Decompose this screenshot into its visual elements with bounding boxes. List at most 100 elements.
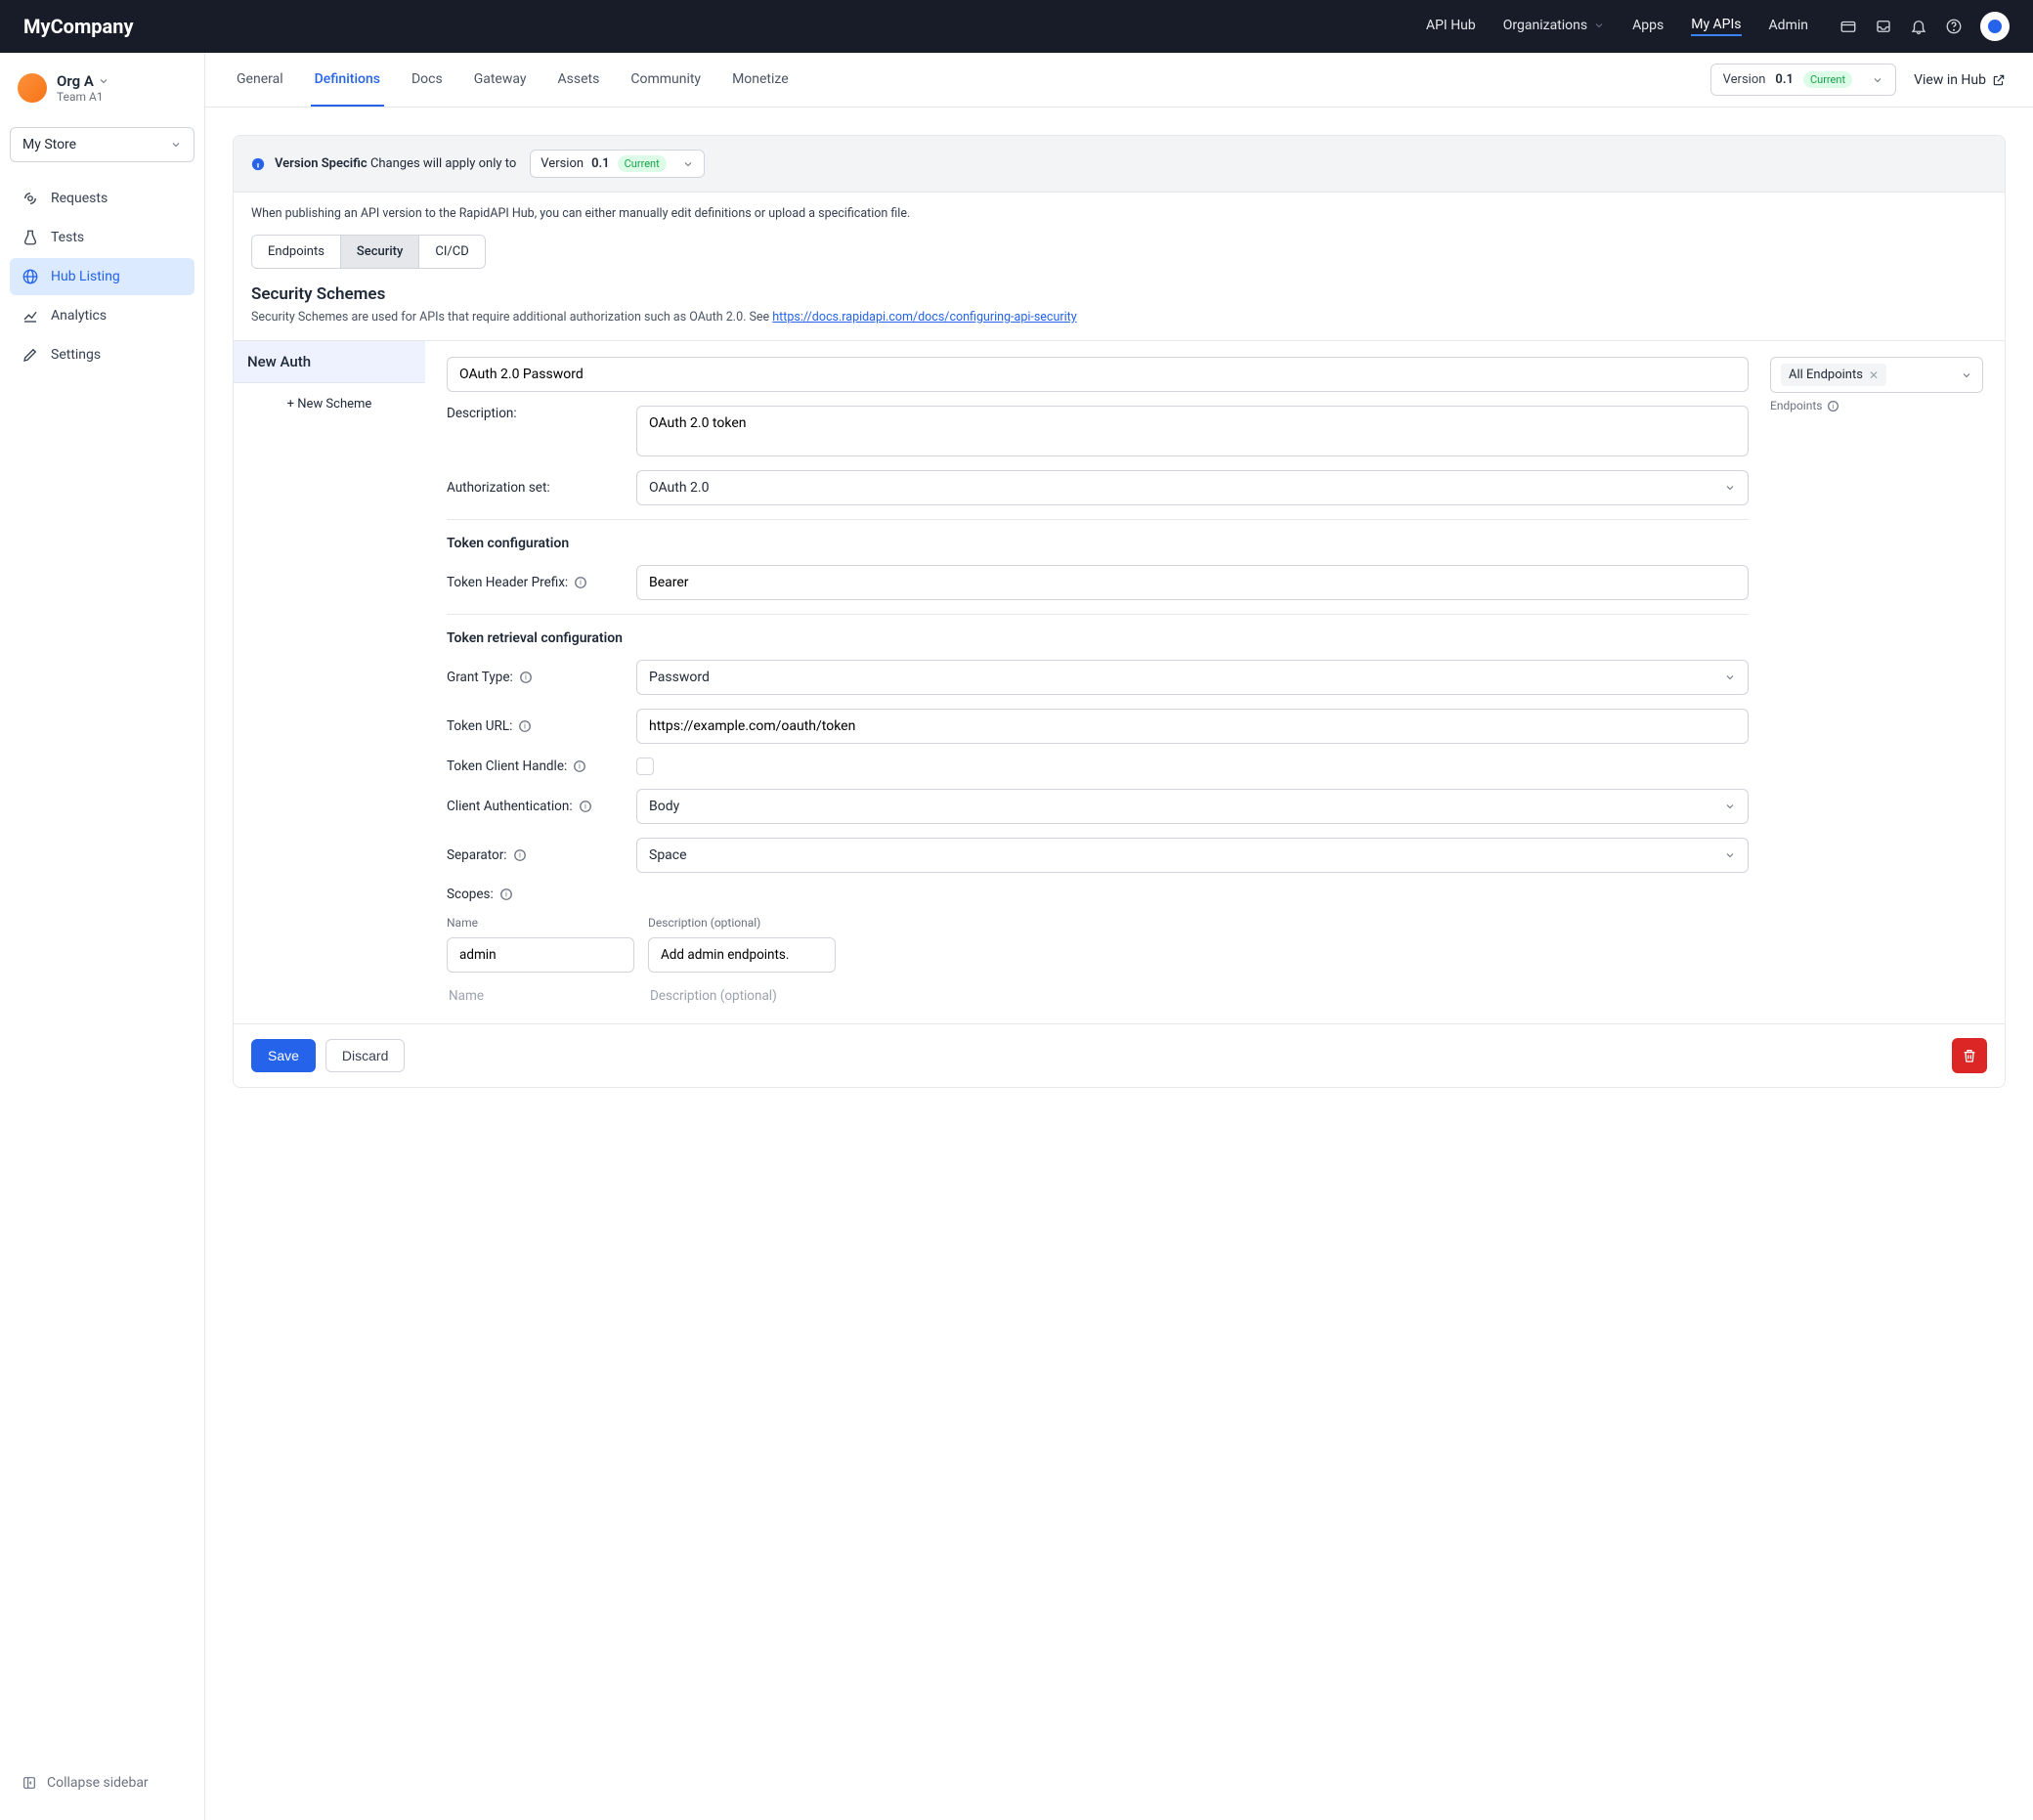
svg-text:i: i [525,673,527,682]
discard-button[interactable]: Discard [325,1039,405,1072]
scope-name-input-0[interactable] [447,937,634,973]
sidebar-item-label: Tests [51,230,84,245]
info-icon[interactable]: i [1827,400,1839,412]
sidebar-item-settings[interactable]: Settings [10,336,195,373]
version-number: 0.1 [1775,72,1794,87]
version-badge: Current [618,155,667,172]
bell-icon[interactable] [1910,18,1927,35]
separator-label: Separator: [447,847,507,863]
info-icon[interactable]: i [518,719,532,733]
separator-select[interactable]: Space [636,838,1749,873]
svg-text:i: i [505,890,507,899]
view-in-hub-link[interactable]: View in Hub [1914,72,2006,88]
subtab-security[interactable]: Security [340,236,418,268]
topbar-icons [1839,12,2010,41]
scheme-name-input[interactable] [447,357,1749,392]
nav-apps[interactable]: Apps [1632,18,1664,35]
svg-text:i: i [1833,401,1835,410]
nav-my-apis[interactable]: My APIs [1691,17,1741,36]
scheme-row-active[interactable]: New Auth [234,341,425,383]
store-label: My Store [22,137,76,152]
tab-community[interactable]: Community [627,54,705,107]
save-button[interactable]: Save [251,1039,316,1072]
collapse-sidebar-button[interactable]: Collapse sidebar [10,1765,195,1800]
delete-button[interactable] [1952,1038,1987,1073]
store-select[interactable]: My Store [10,127,195,162]
info-icon[interactable]: i [579,800,592,813]
tab-gateway[interactable]: Gateway [470,54,531,107]
token-header-prefix-input[interactable] [636,565,1749,600]
tests-icon [22,229,39,246]
grant-type-select[interactable]: Password [636,660,1749,695]
token-url-input[interactable] [636,709,1749,744]
info-icon[interactable]: i [574,576,587,589]
tab-monetize[interactable]: Monetize [728,54,793,107]
token-header-label: Token Header Prefix: [447,575,568,590]
security-docs-link[interactable]: https://docs.rapidapi.com/docs/configuri… [772,310,1076,325]
token-client-handle-label: Token Client Handle: [447,758,567,774]
scope-desc-placeholder[interactable]: Description (optional) [648,988,777,1004]
grant-type-label: Grant Type: [447,670,513,685]
globe-icon [22,268,39,285]
tabs-row: General Definitions Docs Gateway Assets … [205,53,2033,108]
endpoints-selector[interactable]: All Endpoints ✕ [1770,357,1983,393]
scope-head-desc: Description (optional) [648,916,760,930]
info-icon [251,157,265,171]
tab-general[interactable]: General [233,54,287,107]
info-icon[interactable]: i [519,671,533,684]
analytics-icon [22,307,39,325]
inbox-icon[interactable] [1875,18,1892,35]
client-auth-select[interactable]: Body [636,789,1749,824]
scope-name-placeholder[interactable]: Name [447,988,634,1004]
chevron-down-icon [1724,849,1736,861]
org-switcher[interactable]: Org A Team A1 [10,72,195,119]
banner-version-selector[interactable]: Version 0.1 Current [530,150,704,178]
token-url-label: Token URL: [447,718,512,734]
banner-text: Changes will apply only to [370,156,516,171]
user-avatar[interactable] [1980,12,2010,41]
subtab-endpoints[interactable]: Endpoints [252,236,340,268]
sidebar-item-analytics[interactable]: Analytics [10,297,195,334]
brand-logo[interactable]: MyCompany [23,15,1426,38]
pencil-icon [22,346,39,364]
help-icon[interactable] [1945,18,1963,35]
auth-set-value: OAuth 2.0 [649,480,709,496]
chevron-down-icon [98,75,109,87]
sidebar-item-label: Analytics [51,308,107,324]
main-area: General Definitions Docs Gateway Assets … [205,53,2033,1820]
remove-chip-icon[interactable]: ✕ [1869,368,1879,382]
version-selector[interactable]: Version 0.1 Current [1710,64,1896,96]
auth-set-select[interactable]: OAuth 2.0 [636,470,1749,505]
scope-head-name: Name [447,916,634,930]
top-bar: MyCompany API Hub Organizations Apps My … [0,0,2033,53]
token-client-handle-checkbox[interactable] [636,758,654,775]
sidebar-item-tests[interactable]: Tests [10,219,195,256]
version-banner: Version Specific Changes will apply only… [234,136,2005,193]
tab-assets[interactable]: Assets [554,54,604,107]
svg-text:i: i [580,579,582,587]
info-icon[interactable]: i [499,888,513,901]
scope-desc-input-0[interactable] [648,937,836,973]
sidebar-item-hub-listing[interactable]: Hub Listing [10,258,195,295]
tab-definitions[interactable]: Definitions [311,54,384,107]
card-icon[interactable] [1839,18,1857,35]
view-hub-label: View in Hub [1914,72,1986,88]
section-subtitle: Security Schemes are used for APIs that … [234,310,2005,340]
tab-docs[interactable]: Docs [408,54,447,107]
chevron-down-icon [1593,20,1605,31]
info-icon[interactable]: i [573,759,586,773]
subtab-cicd[interactable]: CI/CD [418,236,484,268]
topbar-nav: API Hub Organizations Apps My APIs Admin [1426,17,1808,36]
trash-icon [1962,1048,1977,1063]
collapse-label: Collapse sidebar [47,1775,149,1791]
nav-admin[interactable]: Admin [1769,18,1808,35]
new-scheme-button[interactable]: + New Scheme [249,397,410,412]
scopes-label: Scopes: [447,887,494,902]
banner-strong: Version Specific [275,156,368,171]
description-input[interactable]: OAuth 2.0 token [636,406,1749,456]
nav-api-hub[interactable]: API Hub [1426,18,1476,35]
nav-organizations[interactable]: Organizations [1503,18,1605,35]
token-retrieval-heading: Token retrieval configuration [447,630,1749,646]
sidebar-item-requests[interactable]: Requests [10,180,195,217]
info-icon[interactable]: i [513,848,527,862]
